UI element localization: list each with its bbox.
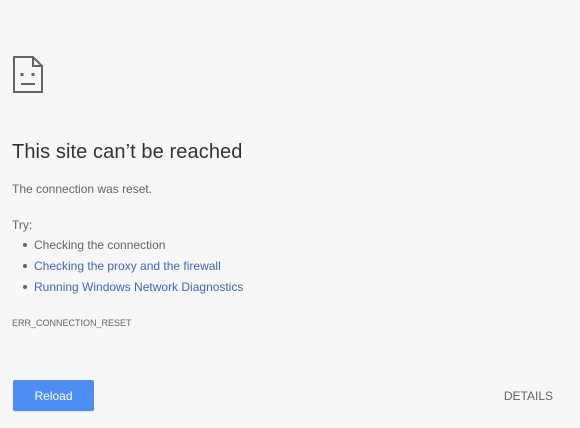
suggestion-check-proxy-firewall[interactable]: Checking the proxy and the firewall — [12, 259, 243, 273]
bullet-icon — [23, 264, 27, 268]
bullet-icon — [23, 285, 27, 289]
suggestions-list: Checking the connection Checking the pro… — [12, 238, 243, 301]
try-label: Try: — [12, 218, 33, 232]
error-summary: The connection was reset. — [12, 182, 153, 196]
sad-page-icon — [12, 56, 46, 94]
suggestion-network-diagnostics[interactable]: Running Windows Network Diagnostics — [12, 280, 243, 294]
page-title: This site can’t be reached — [12, 141, 243, 163]
network-diagnostics-link[interactable]: Running Windows Network Diagnostics — [34, 280, 243, 294]
suggestion-check-connection: Checking the connection — [12, 238, 243, 252]
suggestion-text: Checking the connection — [34, 238, 166, 252]
reload-button[interactable]: Reload — [13, 380, 94, 411]
error-code: ERR_CONNECTION_RESET — [12, 318, 132, 328]
bullet-icon — [23, 243, 27, 247]
details-button[interactable]: DETAILS — [504, 389, 553, 403]
proxy-firewall-link[interactable]: Checking the proxy and the firewall — [34, 259, 221, 273]
